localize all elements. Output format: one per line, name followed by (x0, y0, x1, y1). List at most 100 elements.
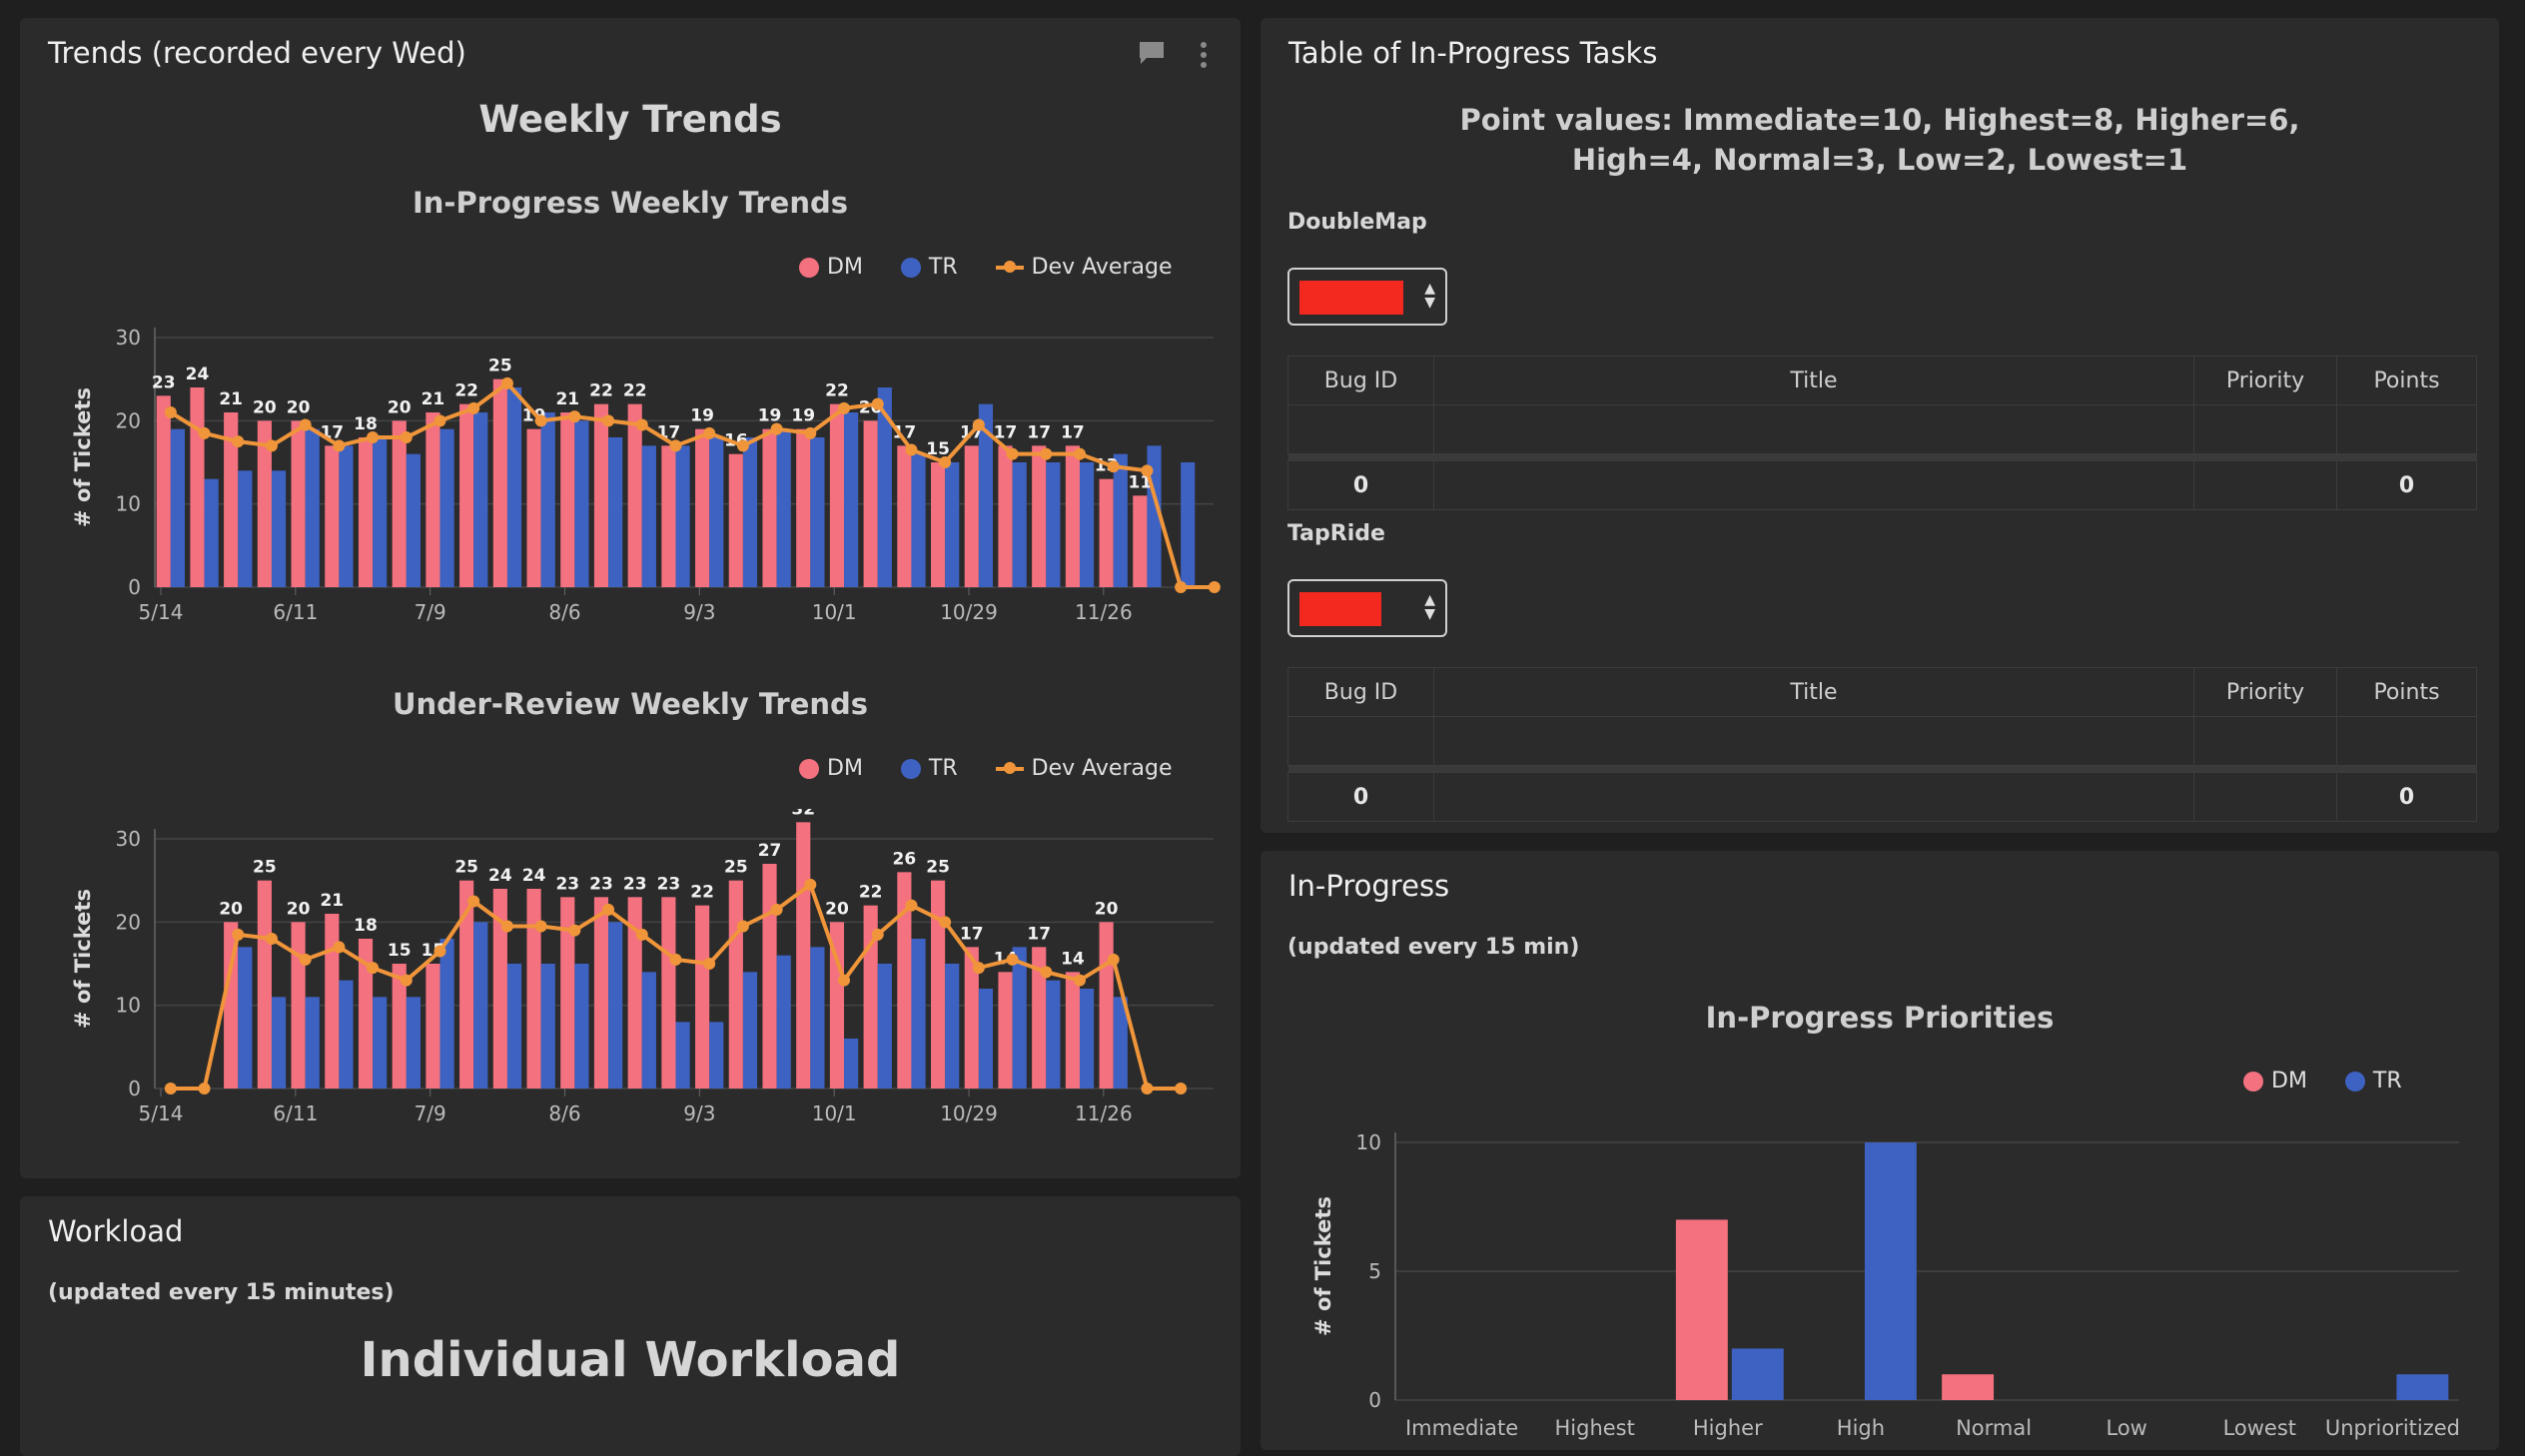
data-label: 23 (555, 874, 579, 894)
bar-tr (675, 445, 690, 587)
point-dev-average (333, 439, 346, 452)
data-label: 27 (758, 841, 782, 861)
point-dev-average (333, 941, 346, 954)
col-title[interactable]: Title (1433, 356, 2194, 405)
point-dev-average (770, 903, 783, 916)
legend-label-dm: DM (827, 756, 863, 781)
y-tick-label: 30 (116, 827, 141, 851)
bar-tr (305, 997, 320, 1089)
legend-item-tr[interactable]: TR (900, 255, 958, 280)
legend-item-tr[interactable]: TR (900, 756, 958, 781)
bar-tr (439, 428, 454, 587)
data-label: 20 (219, 899, 243, 919)
point-dev-average (164, 1083, 177, 1094)
bar-dm (526, 889, 541, 1089)
tapride-color-select[interactable]: ▲ ▼ (1287, 579, 1447, 637)
legend-item-dm[interactable]: DM (799, 756, 863, 781)
bar-dm (964, 445, 979, 587)
point-dev-average (1141, 464, 1154, 477)
legend-item-avg[interactable]: Dev Average (995, 756, 1173, 781)
data-label: 17 (1027, 924, 1051, 944)
bar-tr (373, 437, 388, 587)
trends-panel-title: Trends (recorded every Wed) (48, 36, 466, 70)
point-dev-average (736, 439, 749, 452)
bar-dm (762, 864, 777, 1089)
y-tick-label: 10 (116, 994, 141, 1018)
x-tick-label: 10/29 (940, 1101, 998, 1125)
bar-dm (325, 445, 340, 587)
workload-update-note: (updated every 15 minutes) (48, 1280, 395, 1305)
bar-tr (978, 989, 994, 1089)
bar-dm (897, 445, 912, 587)
bar-tr (540, 964, 555, 1089)
bar-dm (863, 420, 878, 587)
comment-icon[interactable] (1137, 38, 1167, 75)
point-dev-average (1107, 953, 1120, 966)
bar-dm (156, 395, 171, 587)
point-dev-average (736, 920, 749, 933)
bar-tr (844, 1039, 859, 1089)
legend-priorities: DM TR (2219, 1069, 2402, 1093)
data-label: 22 (623, 381, 647, 401)
bar-dm (695, 428, 710, 587)
point-dev-average (972, 962, 985, 975)
point-dev-average (939, 916, 952, 929)
point-dev-average (1208, 581, 1221, 593)
data-label: 21 (320, 891, 344, 911)
legend-item-avg[interactable]: Dev Average (995, 255, 1173, 280)
inprogress-panel-title: In-Progress (1288, 869, 1450, 903)
bar-tr (641, 445, 656, 587)
priorities-chart: # of Tickets 0 5 10 Immediate Highest Higher Hi… (1311, 1130, 2460, 1440)
legend-item-dm[interactable]: DM (2243, 1069, 2307, 1093)
bar-dm (829, 403, 845, 587)
y-tick-label: 0 (1368, 1388, 1381, 1412)
point-dev-average (770, 422, 783, 435)
bar-tr (1046, 462, 1061, 587)
bar-tr (709, 437, 724, 587)
bar-tr (776, 955, 791, 1089)
col-bug-id[interactable]: Bug ID (1287, 356, 1434, 405)
col-bug-id[interactable]: Bug ID (1287, 667, 1434, 717)
point-dev-average (939, 456, 952, 468)
doublemap-color-select[interactable]: ▲ ▼ (1287, 268, 1447, 326)
table-header-row: Bug ID Title Priority Points (1287, 667, 2477, 717)
bar-tr (810, 947, 825, 1089)
bar-dm (931, 880, 946, 1089)
x-tick-label: 9/3 (683, 600, 715, 624)
col-priority[interactable]: Priority (2193, 667, 2337, 717)
bar-tr (742, 437, 758, 587)
data-label: 17 (960, 924, 984, 944)
bar-tr (608, 437, 623, 587)
data-label: 20 (287, 397, 311, 417)
y-axis-label: # of Tickets (71, 387, 95, 527)
legend-item-tr[interactable]: TR (2344, 1069, 2402, 1093)
bar-tr (439, 939, 454, 1089)
bar-tr (473, 922, 488, 1089)
point-dev-average (602, 414, 615, 427)
point-dev-average (602, 903, 615, 916)
data-label: 23 (589, 874, 613, 894)
x-tick-label: 6/11 (273, 1101, 318, 1125)
bar-dm (593, 403, 609, 587)
more-vertical-icon[interactable] (1199, 40, 1209, 77)
x-tick-label: 7/9 (415, 600, 446, 624)
point-dev-average (703, 958, 716, 970)
legend-label-avg: Dev Average (1031, 255, 1173, 280)
bar-tr (1080, 462, 1095, 587)
data-label: 17 (1027, 422, 1051, 442)
point-dev-average (1141, 1083, 1154, 1094)
col-priority[interactable]: Priority (2193, 356, 2337, 405)
bar-dm (1065, 445, 1081, 587)
point-dev-average (164, 406, 177, 418)
point-dev-average (265, 933, 278, 945)
bar-tr (271, 997, 287, 1089)
col-title[interactable]: Title (1433, 667, 2194, 717)
col-points[interactable]: Points (2336, 667, 2477, 717)
col-points[interactable]: Points (2336, 356, 2477, 405)
bar-dm (593, 897, 609, 1089)
legend-item-dm[interactable]: DM (799, 255, 863, 280)
total-points: 0 (2336, 460, 2477, 510)
points-values-note: Point values: Immediate=10, Highest=8, H… (1459, 103, 2300, 177)
point-dev-average (1006, 953, 1019, 966)
bar-tr (574, 420, 589, 587)
